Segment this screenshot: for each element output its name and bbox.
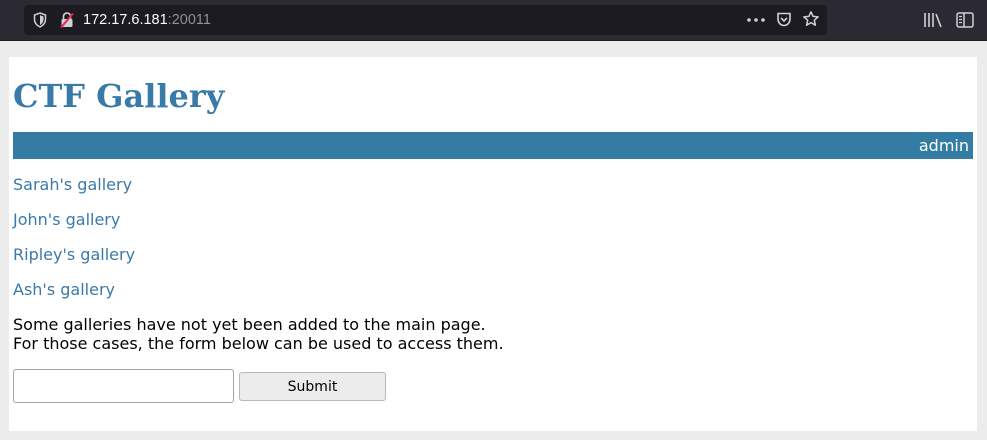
library-icon[interactable] bbox=[923, 11, 943, 29]
notice-line-2: For those cases, the form below can be u… bbox=[13, 334, 504, 353]
bookmark-star-icon[interactable] bbox=[802, 10, 820, 28]
notice-line-1: Some galleries have not yet been added t… bbox=[13, 315, 486, 334]
browser-toolbar: 172.17.6.181:20011 bbox=[0, 0, 987, 41]
username-label: admin bbox=[918, 136, 969, 155]
gallery-link-john[interactable]: John's gallery bbox=[13, 210, 120, 229]
page-title: CTF Gallery bbox=[13, 77, 225, 115]
more-icon[interactable] bbox=[746, 14, 766, 26]
gallery-link-sarah[interactable]: Sarah's gallery bbox=[13, 175, 132, 194]
url-text[interactable]: 172.17.6.181:20011 bbox=[83, 11, 211, 29]
sidebar-icon[interactable] bbox=[956, 12, 974, 28]
submit-button[interactable]: Submit bbox=[239, 372, 386, 401]
pocket-icon[interactable] bbox=[776, 11, 792, 28]
insecure-lock-icon[interactable] bbox=[59, 11, 75, 29]
url-host: 172.17.6.181 bbox=[83, 12, 168, 28]
gallery-link-ripley[interactable]: Ripley's gallery bbox=[13, 245, 135, 264]
address-bar[interactable]: 172.17.6.181:20011 bbox=[24, 5, 827, 35]
shield-icon[interactable] bbox=[33, 12, 47, 28]
gallery-name-input[interactable] bbox=[13, 369, 234, 403]
gallery-link-ash[interactable]: Ash's gallery bbox=[13, 280, 115, 299]
url-port: :20011 bbox=[167, 12, 211, 28]
page-content: CTF Gallery admin Sarah's gallery John's… bbox=[9, 57, 977, 431]
user-bar: admin bbox=[13, 132, 973, 159]
